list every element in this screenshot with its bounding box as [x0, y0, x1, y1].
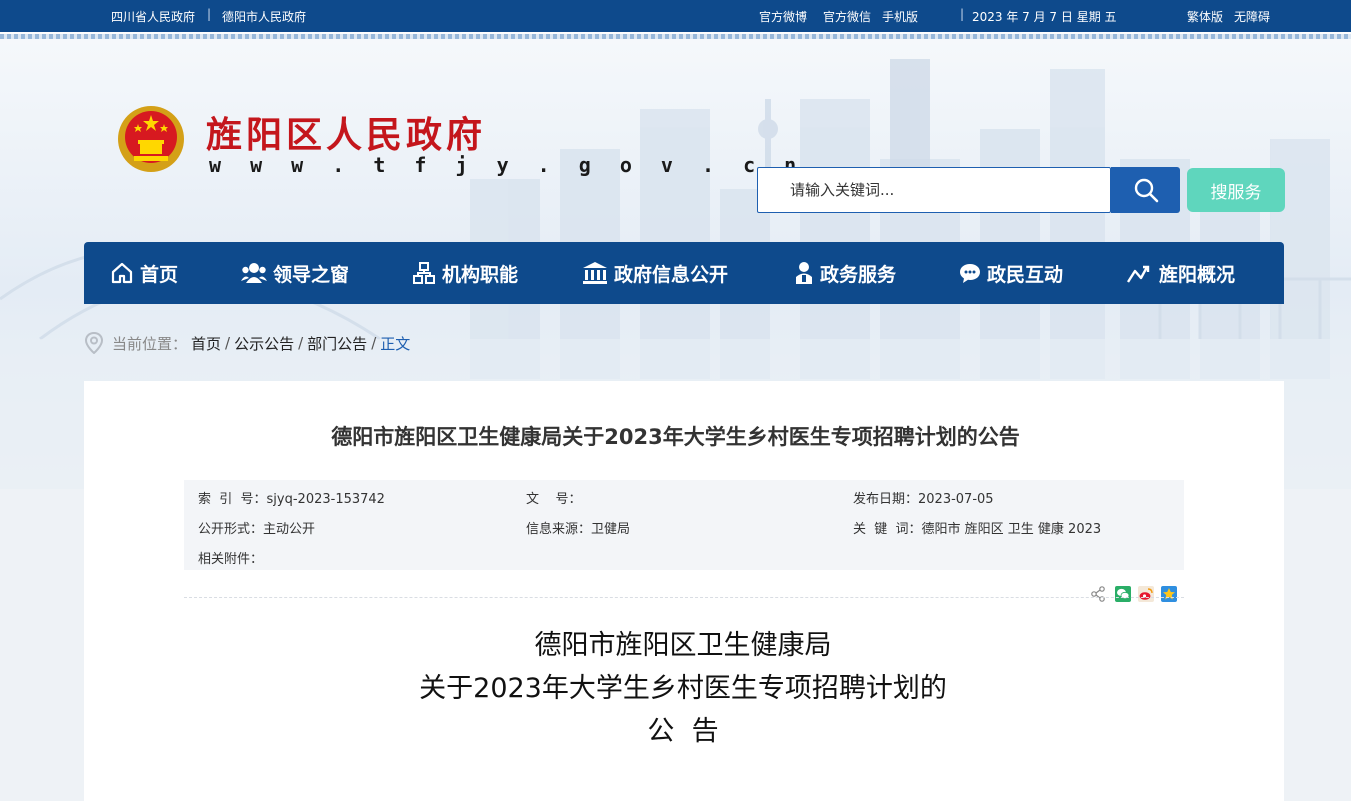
- search-service-button[interactable]: 搜服务: [1187, 168, 1285, 212]
- main-nav: 首页 领导之窗 机构职能 政府信息公开 政务服务 政民互动 旌阳概况: [84, 242, 1284, 304]
- decorative-trim: [0, 32, 1351, 39]
- location-pin-icon: [84, 332, 104, 354]
- person-service-icon: [796, 262, 812, 284]
- meta-doc-number-label: 文 号：: [526, 492, 582, 507]
- site-url: w w w . t f j y . g o v . c n: [209, 153, 805, 177]
- trend-icon: [1127, 265, 1150, 283]
- breadcrumb-department-notices[interactable]: 部门公告: [307, 333, 367, 354]
- current-date: 2023 年 7 月 7 日 星期 五: [972, 10, 1117, 24]
- meta-index-value: sjyq-2023-153742: [266, 492, 385, 507]
- site-title: 旌阳区人民政府: [206, 114, 487, 156]
- link-official-weibo[interactable]: 官方微博: [759, 8, 807, 25]
- meta-publish-date-label: 发布日期：: [853, 492, 919, 507]
- breadcrumb-separator: /: [371, 334, 377, 352]
- breadcrumb-separator: /: [225, 334, 231, 352]
- meta-publish-date: 发布日期：2023-07-05: [853, 488, 994, 507]
- body-title-line-3: 公 告: [647, 716, 719, 747]
- nav-item-label: 政府信息公开: [614, 263, 729, 286]
- national-emblem-logo: [118, 106, 184, 172]
- breadcrumb-home[interactable]: 首页: [191, 333, 221, 354]
- link-accessibility[interactable]: 无障碍: [1234, 8, 1270, 25]
- meta-source: 信息来源：卫健局: [526, 518, 630, 537]
- nav-item-institutions[interactable]: 机构职能: [412, 242, 518, 304]
- meta-attachments-label: 相关附件：: [198, 552, 264, 567]
- search-input[interactable]: [758, 168, 1110, 212]
- meta-disclosure-form: 公开形式：主动公开: [198, 518, 315, 537]
- nav-item-label: 机构职能: [442, 263, 519, 286]
- link-mobile-version[interactable]: 手机版: [882, 8, 918, 25]
- body-title-line-2: 关于2023年大学生乡村医生专项招聘计划的: [419, 673, 947, 704]
- article-title: 德阳市旌阳区卫生健康局关于2023年大学生乡村医生专项招聘计划的公告: [331, 425, 1020, 449]
- body-title-line-1: 德阳市旌阳区卫生健康局: [534, 630, 832, 661]
- org-chart-icon: [413, 262, 435, 284]
- nav-item-label: 领导之窗: [273, 263, 350, 286]
- top-bar: 四川省人民政府 | 德阳市人民政府 官方微博 官方微信 手机版 | 2023 年…: [0, 0, 1351, 32]
- nav-item-label: 政务服务: [820, 263, 897, 286]
- nav-item-interaction[interactable]: 政民互动: [959, 242, 1063, 304]
- qzone-icon[interactable]: [1161, 586, 1177, 602]
- meta-source-label: 信息来源：: [526, 522, 592, 537]
- share-icon[interactable]: [1090, 586, 1106, 602]
- meta-publish-date-value: 2023-07-05: [918, 492, 994, 507]
- nav-item-leaders[interactable]: 领导之窗: [241, 242, 349, 304]
- meta-source-value: 卫健局: [591, 522, 631, 537]
- article-meta-table: 索 引 号：sjyq-2023-153742 文 号： 发布日期：2023-07…: [184, 480, 1184, 570]
- meta-attachments: 相关附件：: [198, 548, 263, 567]
- breadcrumb-label: 当前位置：: [112, 334, 188, 353]
- separator: |: [960, 7, 965, 21]
- people-icon: [241, 263, 267, 283]
- nav-item-gov-info[interactable]: 政府信息公开: [582, 242, 728, 304]
- search-icon: [1134, 178, 1158, 203]
- government-building-icon: [583, 262, 607, 284]
- weibo-icon[interactable]: [1138, 586, 1154, 602]
- nav-item-label: 政民互动: [987, 263, 1064, 286]
- breadcrumb-announcements[interactable]: 公示公告: [234, 333, 294, 354]
- breadcrumb-separator: /: [298, 334, 304, 352]
- meta-disclosure-form-label: 公开形式：: [198, 522, 264, 537]
- breadcrumb-current[interactable]: 正文: [380, 333, 410, 354]
- nav-item-services[interactable]: 政务服务: [794, 242, 896, 304]
- wechat-icon[interactable]: [1115, 586, 1131, 602]
- meta-disclosure-form-value: 主动公开: [263, 522, 316, 537]
- nav-item-label: 旌阳概况: [1159, 263, 1236, 286]
- nav-item-overview[interactable]: 旌阳概况: [1127, 242, 1235, 304]
- home-icon: [111, 262, 133, 284]
- breadcrumb: 当前位置： 首页 / 公示公告 / 部门公告 / 正文: [84, 332, 410, 354]
- separator: |: [207, 7, 212, 21]
- divider: [184, 597, 1184, 598]
- search-button[interactable]: [1111, 167, 1180, 213]
- meta-index-label: 索 引 号：: [198, 492, 267, 507]
- meta-index: 索 引 号：sjyq-2023-153742: [198, 488, 385, 507]
- link-official-wechat[interactable]: 官方微信: [823, 8, 871, 25]
- meta-keywords: 关 键 词：德阳市 旌阳区 卫生 健康 2023: [853, 518, 1101, 537]
- link-traditional-chinese[interactable]: 繁体版: [1187, 8, 1223, 25]
- meta-keywords-label: 关 键 词：: [853, 522, 922, 537]
- nav-item-label: 首页: [140, 263, 179, 286]
- nav-item-home[interactable]: 首页: [110, 242, 178, 304]
- meta-keywords-value: 德阳市 旌阳区 卫生 健康 2023: [921, 522, 1102, 537]
- search-box: [757, 167, 1111, 213]
- chat-icon: [960, 264, 980, 283]
- link-sichuan-gov[interactable]: 四川省人民政府: [111, 8, 195, 25]
- link-deyang-gov[interactable]: 德阳市人民政府: [222, 8, 306, 25]
- meta-doc-number: 文 号：: [526, 488, 582, 507]
